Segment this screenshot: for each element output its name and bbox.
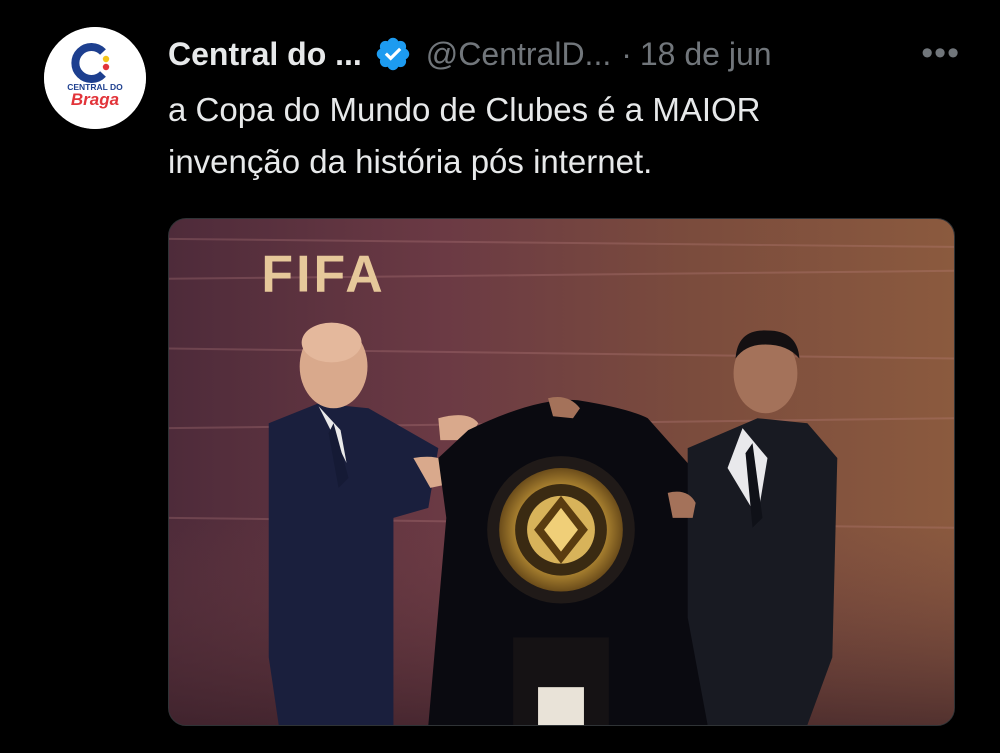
tweet-text-line: invenção da história pós internet. — [168, 143, 653, 180]
tweet-header: Central do ... @CentralD... · 18 de jun … — [168, 30, 960, 78]
tweet-media-photo[interactable]: FIFA — [168, 218, 955, 726]
more-horizontal-icon[interactable]: ••• — [921, 36, 960, 70]
tweet-date[interactable]: 18 de jun — [640, 36, 772, 73]
trophy-unveiling-photo: FIFA — [169, 219, 954, 725]
verified-badge-icon[interactable] — [374, 35, 412, 73]
central-do-braga-logo: CENTRAL DO Braga — [44, 27, 146, 129]
tweet-text-line: a Copa do Mundo de Clubes é a MAIOR — [168, 91, 761, 128]
header-separator: · — [621, 35, 632, 72]
tweet-text: a Copa do Mundo de Clubes é a MAIOR inve… — [168, 84, 968, 188]
avatar[interactable]: CENTRAL DO Braga — [44, 27, 146, 129]
author-display-name[interactable]: Central do ... — [168, 36, 362, 73]
avatar-line-2: Braga — [71, 90, 119, 109]
fifa-sign: FIFA — [261, 245, 385, 303]
author-handle[interactable]: @CentralD... — [426, 36, 611, 73]
